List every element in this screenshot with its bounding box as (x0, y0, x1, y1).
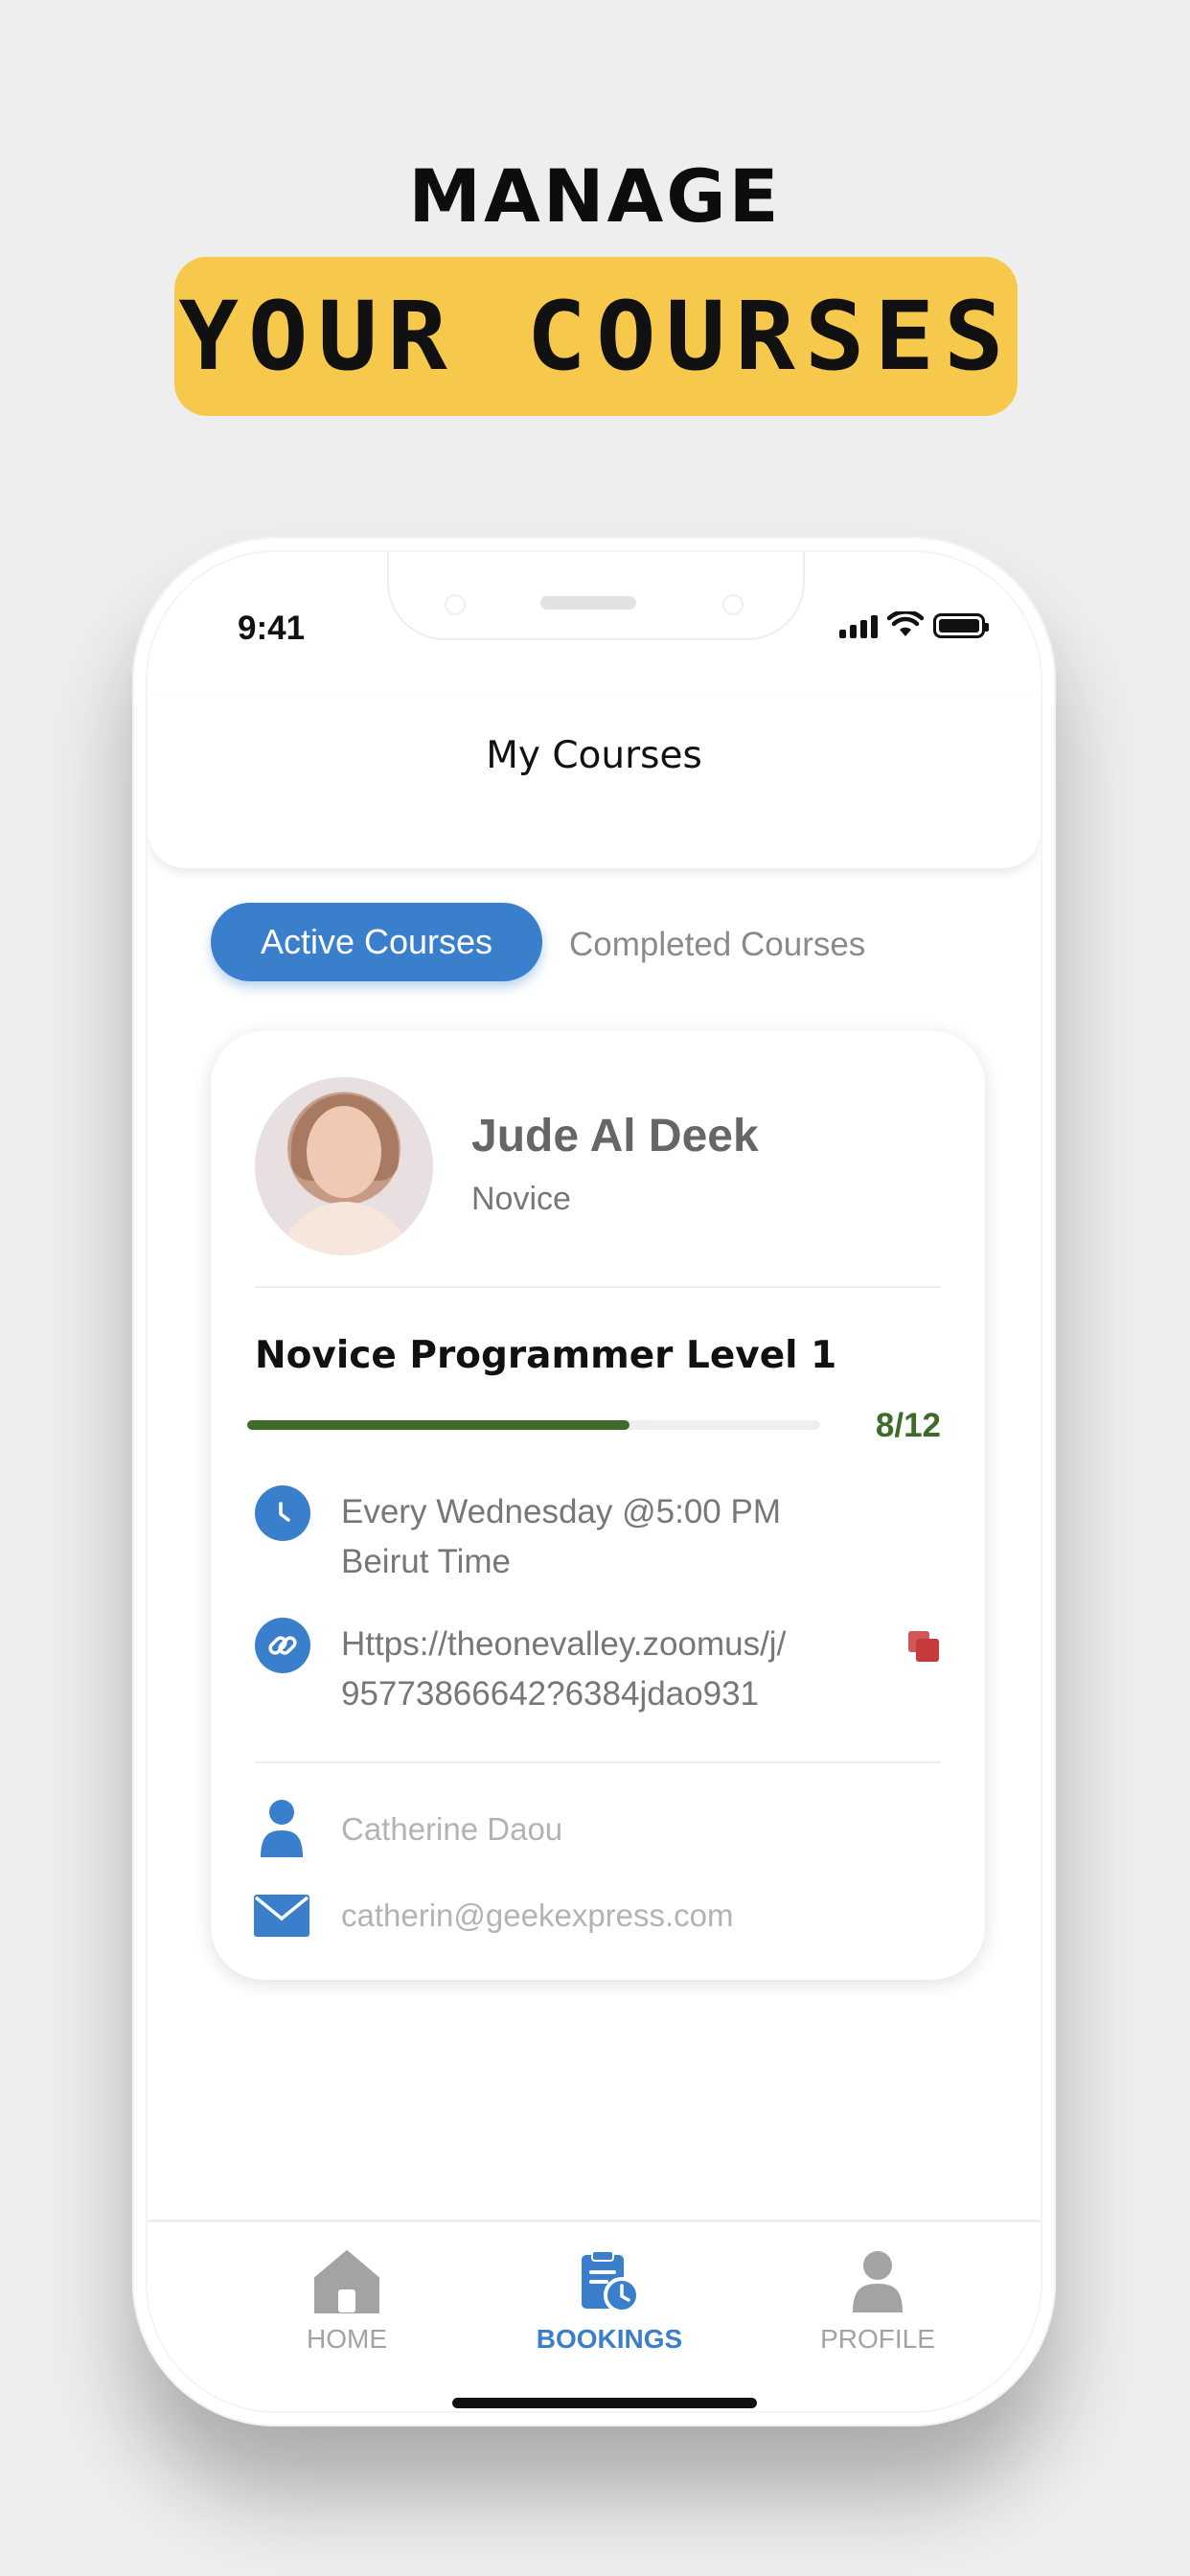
tab-home[interactable]: HOME (251, 2249, 443, 2355)
status-icons (839, 611, 989, 638)
copy-icon[interactable] (906, 1629, 941, 1664)
student-avatar (255, 1077, 433, 1255)
teacher-name: Catherine Daou (341, 1811, 563, 1847)
phone-screen: 9:41 My Courses Active Courses Completed… (146, 550, 1042, 2413)
cellular-signal-icon (839, 613, 878, 638)
home-icon (314, 2250, 379, 2313)
schedule-text: Every Wednesday @5:00 PM Beirut Time (341, 1487, 781, 1587)
phone-frame: 9:41 My Courses Active Courses Completed… (132, 537, 1056, 2426)
student-name: Jude Al Deek (471, 1111, 759, 1162)
course-title: Novice Programmer Level 1 (255, 1334, 837, 1377)
clock-icon (255, 1485, 310, 1541)
course-card[interactable]: Jude Al Deek Novice Novice Programmer Le… (211, 1031, 985, 1980)
tab-bookings-label: BOOKINGS (536, 2324, 683, 2354)
tab-profile-label: PROFILE (820, 2324, 935, 2354)
sensor-icon (445, 594, 466, 615)
schedule-day: Every Wednesday @5:00 PM (341, 1493, 781, 1530)
bookings-icon (582, 2250, 640, 2313)
tab-profile[interactable]: PROFILE (782, 2249, 973, 2355)
progress-fill (247, 1420, 629, 1430)
meeting-link-line1: Https://theonevalley.zoomus/j/ (341, 1625, 787, 1663)
tab-bookings[interactable]: BOOKINGS (514, 2249, 705, 2355)
teacher-email[interactable]: catherin@geekexpress.com (341, 1898, 734, 1934)
meeting-link[interactable]: Https://theonevalley.zoomus/j/ 957738666… (341, 1620, 786, 1719)
promo-headline: MANAGE (408, 153, 782, 239)
promo-banner: YOUR COURSES (174, 257, 1018, 416)
meeting-link-line2: 95773866642?6384jdao931 (341, 1675, 760, 1713)
battery-icon (933, 613, 989, 638)
link-icon (255, 1618, 310, 1673)
schedule-timezone: Beirut Time (341, 1543, 511, 1580)
speaker (540, 596, 636, 610)
progress-count: 8/12 (875, 1407, 941, 1444)
wifi-icon (887, 611, 924, 636)
student-level: Novice (471, 1181, 571, 1217)
promo-banner-text: YOUR COURSES (178, 281, 1014, 392)
email-icon (254, 1895, 309, 1937)
status-time: 9:41 (238, 610, 306, 647)
bottom-tab-bar: HOME BOOKINGS PROFILE (148, 2220, 1041, 2411)
progress-bar (247, 1420, 820, 1430)
tab-completed-courses[interactable]: Completed Courses (569, 926, 865, 964)
teacher-icon (261, 1800, 303, 1857)
profile-icon (853, 2251, 903, 2312)
home-indicator[interactable] (452, 2398, 757, 2408)
page-title: My Courses (486, 734, 702, 777)
tab-active-courses[interactable]: Active Courses (211, 903, 542, 981)
navigation-bar: My Courses (148, 696, 1041, 868)
camera-icon (722, 594, 744, 615)
divider (255, 1761, 941, 1763)
divider (255, 1286, 941, 1288)
tab-home-label: HOME (307, 2324, 387, 2354)
